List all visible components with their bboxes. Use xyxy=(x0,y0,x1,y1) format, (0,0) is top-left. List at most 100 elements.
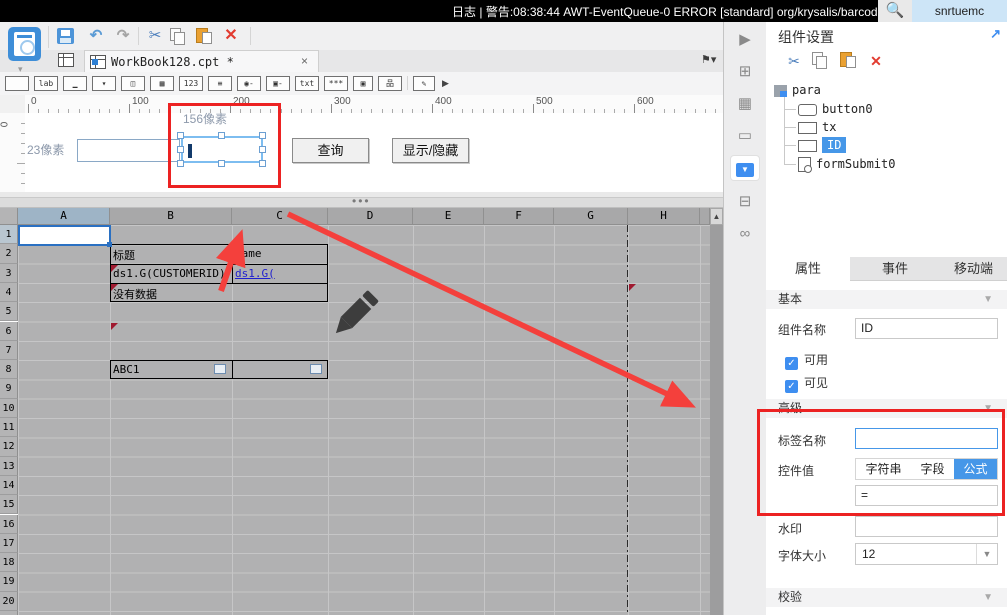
row-header-8[interactable]: 8 xyxy=(0,360,18,380)
delete-icon[interactable]: ✕ xyxy=(866,52,886,70)
row-header-3[interactable]: 3 xyxy=(0,263,18,283)
date-icon[interactable]: ▦ xyxy=(150,76,174,91)
panel-collapse-icon[interactable]: ↗ xyxy=(990,26,1001,42)
column-header-D[interactable]: D xyxy=(328,208,413,225)
column-header-H[interactable]: H xyxy=(628,208,700,225)
text-input-tx[interactable] xyxy=(77,139,180,162)
radio-group-icon[interactable]: ◉- xyxy=(237,76,261,91)
row-header-1[interactable]: 1 xyxy=(0,225,18,245)
enabled-checkbox[interactable]: ✓ 可用 xyxy=(785,351,828,370)
column-header-A[interactable]: A xyxy=(18,208,110,225)
row-header-5[interactable]: 5 xyxy=(0,302,18,322)
parameter-pane-icon[interactable]: ▼ xyxy=(731,156,759,180)
app-logo-icon[interactable] xyxy=(8,27,41,61)
section-basic[interactable]: 基本 ▼ xyxy=(766,290,1007,309)
link-icon[interactable]: ∞ xyxy=(731,222,759,246)
row-header-7[interactable]: 7 xyxy=(0,340,18,361)
column-header-E[interactable]: E xyxy=(413,208,484,225)
combo-icon[interactable]: ▾ xyxy=(92,76,116,91)
visible-checkbox[interactable]: ✓ 可见 xyxy=(785,374,828,393)
delete-icon[interactable]: ✕ xyxy=(220,26,242,46)
row-header-10[interactable]: 10 xyxy=(0,398,18,418)
cell-B2[interactable]: 标题 xyxy=(113,247,230,263)
row-header-20[interactable]: 20 xyxy=(0,591,18,611)
absolute-layout-icon[interactable]: ▭ xyxy=(731,124,759,148)
search-button[interactable]: 🔍 xyxy=(878,0,912,22)
textbox-icon[interactable] xyxy=(5,76,29,91)
report-block-icon[interactable]: ⊞ xyxy=(731,60,759,84)
save-icon[interactable] xyxy=(57,28,74,44)
tab-workbook[interactable]: WorkBook128.cpt * × xyxy=(84,50,319,72)
label-icon[interactable]: lab xyxy=(34,76,58,91)
vertical-scrollbar[interactable] xyxy=(710,225,723,615)
cut-icon[interactable]: ✂ xyxy=(784,52,804,70)
tab-layout-icon[interactable]: ⊟ xyxy=(731,190,759,214)
redo-icon[interactable]: ↷ xyxy=(112,26,134,46)
tree-item-para[interactable]: para xyxy=(774,82,821,99)
tree-item-formSubmit0[interactable]: formSubmit0 xyxy=(798,156,895,173)
copy-icon[interactable] xyxy=(170,28,186,45)
font-size-select[interactable]: 12 ▼ xyxy=(855,543,998,565)
checkbox-icon[interactable]: ▣ xyxy=(353,76,373,91)
report-info-icon[interactable]: ▦ xyxy=(731,92,759,116)
row-header-13[interactable]: 13 xyxy=(0,456,18,476)
row-header-12[interactable]: 12 xyxy=(0,437,18,457)
cell-C2[interactable]: name xyxy=(235,247,326,260)
column-header-partial[interactable] xyxy=(700,208,710,225)
tab-移动端[interactable]: 移动端 xyxy=(940,257,1007,281)
widget-name-input[interactable]: ID xyxy=(855,318,998,339)
text-icon[interactable]: txt xyxy=(295,76,319,91)
tab-close-icon[interactable]: × xyxy=(301,54,308,68)
row-header-9[interactable]: 9 xyxy=(0,379,18,399)
flat-box-icon[interactable]: ▁ xyxy=(63,76,87,91)
cell-B3[interactable]: ds1.G(CUSTOMERID) xyxy=(113,267,230,280)
column-header-C[interactable]: C xyxy=(232,208,328,225)
row-header-15[interactable]: 15 xyxy=(0,495,18,515)
row-header-2[interactable]: 2 xyxy=(0,244,18,264)
row-header-14[interactable]: 14 xyxy=(0,475,18,496)
select-all-corner[interactable] xyxy=(0,208,18,225)
number-icon[interactable]: 123 xyxy=(179,76,203,91)
scroll-up-icon[interactable]: ▲ xyxy=(710,208,723,225)
user-account[interactable]: snrtuemc xyxy=(912,0,1007,22)
watermark-input[interactable] xyxy=(855,516,998,537)
column-header-B[interactable]: B xyxy=(110,208,232,225)
column-header-G[interactable]: G xyxy=(554,208,628,225)
panel-icon[interactable]: ◫ xyxy=(121,76,145,91)
pane-splitter[interactable]: ••• xyxy=(0,194,724,208)
textarea-icon[interactable]: ≡ xyxy=(208,76,232,91)
row-header-6[interactable]: 6 xyxy=(0,321,18,341)
row-header-4[interactable]: 4 xyxy=(0,282,18,303)
row-header-17[interactable]: 17 xyxy=(0,533,18,554)
toggle-visibility-button[interactable]: 显示/隐藏 xyxy=(392,138,469,163)
cell-C3[interactable]: ds1.G( xyxy=(235,267,326,280)
row-header-18[interactable]: 18 xyxy=(0,553,18,573)
cut-icon[interactable]: ✂ xyxy=(144,26,166,46)
undo-icon[interactable]: ↶ xyxy=(85,26,107,46)
query-button[interactable]: 查询 xyxy=(292,138,369,163)
row-header-11[interactable]: 11 xyxy=(0,418,18,438)
cell-B4[interactable]: 没有数据 xyxy=(113,286,230,302)
row-header-19[interactable]: 19 xyxy=(0,572,18,592)
tree-item-tx[interactable]: tx xyxy=(798,119,836,136)
form-edit-icon[interactable]: ✎ xyxy=(413,76,435,91)
app-menu-caret-icon[interactable]: ▾ xyxy=(18,64,23,75)
password-icon[interactable]: *** xyxy=(324,76,348,91)
section-validate[interactable]: 校验 ▼ xyxy=(766,588,1007,607)
tree-item-ID[interactable]: ID xyxy=(798,137,847,154)
paste-icon[interactable] xyxy=(196,28,212,44)
row-header-21[interactable]: 21 xyxy=(0,611,18,615)
collapse-arrow-icon[interactable]: ▶ xyxy=(731,28,759,52)
column-header-F[interactable]: F xyxy=(484,208,554,225)
new-worksheet-icon[interactable] xyxy=(58,53,80,70)
tab-事件[interactable]: 事件 xyxy=(850,257,940,281)
formbar-more-icon[interactable]: ▶ xyxy=(442,78,449,89)
row-header-16[interactable]: 16 xyxy=(0,514,18,534)
tab-属性[interactable]: 属性 xyxy=(766,257,850,281)
tree-item-button0[interactable]: button0 xyxy=(798,101,873,118)
cell-B8[interactable]: ABC1 xyxy=(113,363,230,376)
checkbox-group-icon[interactable]: ▣- xyxy=(266,76,290,91)
splitter-handle[interactable]: ••• xyxy=(352,194,371,208)
paste-icon[interactable] xyxy=(840,52,860,70)
tab-list-icon[interactable]: ⚑▾ xyxy=(701,53,716,66)
